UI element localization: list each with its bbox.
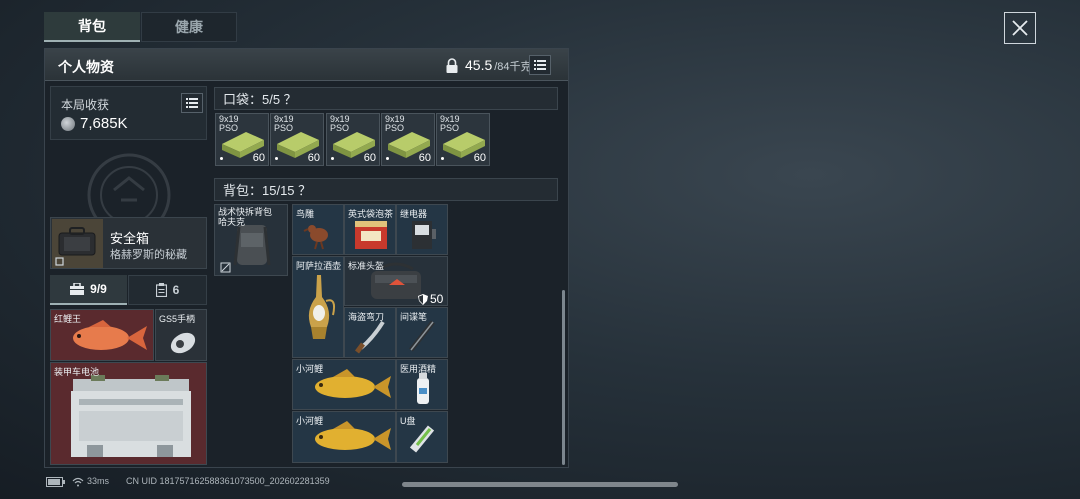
tab-backpack[interactable]: 背包 <box>44 12 140 42</box>
ammo-quantity: 60 <box>418 152 431 164</box>
pocket-ammo-4[interactable]: 9x19 PSO 60 <box>381 113 435 166</box>
clipboard-count: 6 <box>172 283 180 297</box>
toolbox-count: 9/9 <box>90 282 107 296</box>
wifi-icon <box>72 477 84 487</box>
item-label: GS5手柄 <box>159 314 196 324</box>
home-indicator[interactable] <box>402 482 678 487</box>
ammo-dot <box>441 157 444 160</box>
wine-jug-icon <box>308 275 336 339</box>
pocket-ammo-1[interactable]: 9x19 PSO 60 <box>215 113 269 166</box>
pocket-ammo-5[interactable]: 9x19 PSO 60 <box>436 113 490 166</box>
item-label: 间谍笔 <box>400 312 428 322</box>
earnings-value: 7,685K <box>61 115 128 132</box>
emblem-watermark-icon <box>87 153 171 220</box>
item-small-carp-2[interactable]: 小河鲤 <box>292 411 396 463</box>
ammo-dot <box>220 157 223 160</box>
clipboard-icon <box>155 283 167 297</box>
battery-icon <box>46 477 65 487</box>
ammo-quantity: 60 <box>307 152 320 164</box>
earnings-label: 本局收获 <box>61 98 110 112</box>
item-label: 鸟雕 <box>296 209 315 219</box>
item-medical-alcohol[interactable]: 医用酒精 <box>396 359 448 410</box>
safe-case-icon <box>55 227 96 266</box>
item-label: U盘 <box>400 416 416 426</box>
item-spy-pen[interactable]: 间谍笔 <box>396 307 448 358</box>
earnings-box: 本局收获 7,685K <box>50 86 207 140</box>
inventory-scrollbar[interactable] <box>562 290 565 465</box>
panel-header: 个人物资 45.5 /84千克 <box>45 49 568 81</box>
backpack-header: 背包：15/15 ？ <box>214 178 558 201</box>
ammo-dot <box>386 157 389 160</box>
item-pirate-cutlass[interactable]: 海盗弯刀 <box>344 307 396 358</box>
item-armored-vehicle-battery[interactable]: 装甲车电池 <box>50 362 207 465</box>
item-label: 标准头盔 <box>348 261 385 271</box>
lock-icon <box>446 57 458 73</box>
tab-health[interactable]: 健康 <box>141 12 237 42</box>
ammo-quantity: 60 <box>252 152 265 164</box>
item-label: 英式袋泡茶 <box>348 209 394 219</box>
item-usb-drive[interactable]: U盘 <box>396 411 448 463</box>
item-label: 红鲤王 <box>54 314 82 324</box>
earnings-amount: 7,685K <box>80 115 128 132</box>
item-label: 阿萨拉酒壶 <box>296 261 342 271</box>
shield-icon <box>418 294 428 305</box>
item-label: 医用酒精 <box>400 364 437 374</box>
ammo-dot <box>275 157 278 160</box>
helmet-durability: 50 <box>430 292 444 306</box>
item-gs5-controller[interactable]: GS5手柄 <box>155 309 207 361</box>
battery-icon <box>71 375 191 457</box>
weight-current: 45.5 <box>465 57 493 73</box>
safe-box-image <box>52 219 103 268</box>
list-icon <box>534 60 546 70</box>
item-label: 继电器 <box>400 209 428 219</box>
sort-button[interactable] <box>529 55 551 75</box>
weight-capacity: /84千克 <box>494 61 532 73</box>
safe-box-subtitle: 格赫罗斯的秘藏 <box>110 249 187 261</box>
item-red-carp-king[interactable]: 红鲤王 <box>50 309 154 361</box>
item-relay[interactable]: 继电器 <box>396 204 448 255</box>
equipped-backpack-slot[interactable]: 战术快拆背包 哈夫克 <box>214 204 288 276</box>
ammo-quantity: 60 <box>363 152 376 164</box>
item-asala-pot[interactable]: 阿萨拉酒壶 <box>292 256 344 358</box>
item-label: 海盗弯刀 <box>348 312 385 322</box>
safe-box-card[interactable]: 安全箱 格赫罗斯的秘藏 <box>50 217 207 269</box>
earnings-list-button[interactable] <box>181 93 203 113</box>
item-bird-statue[interactable]: 鸟雕 <box>292 204 344 255</box>
backpack-name-line2: 哈夫克 <box>218 217 246 227</box>
item-label: 小河鲤 <box>296 364 324 374</box>
ammo-label-line2: PSO <box>440 123 460 133</box>
item-small-carp-1[interactable]: 小河鲤 <box>292 359 396 410</box>
ammo-label-line2: PSO <box>219 123 239 133</box>
toolbox-icon <box>70 283 85 295</box>
safe-box-title: 安全箱 <box>110 231 150 246</box>
coin-icon <box>61 116 75 131</box>
close-icon <box>1012 20 1028 36</box>
ammo-label-line2: PSO <box>330 123 350 133</box>
backpack-name-line1: 战术快拆背包 <box>218 207 273 217</box>
pocket-header: 口袋：5/5 ？ <box>214 87 558 110</box>
tab-toolbox[interactable]: 9/9 <box>50 275 127 305</box>
item-label: 小河鲤 <box>296 416 324 426</box>
item-label: 装甲车电池 <box>54 367 100 377</box>
ammo-label-line2: PSO <box>274 123 294 133</box>
pocket-ammo-2[interactable]: 9x19 PSO 60 <box>270 113 324 166</box>
item-english-tea[interactable]: 英式袋泡茶 <box>344 204 396 255</box>
ping-text: 33ms <box>87 476 110 486</box>
list-icon <box>186 98 198 108</box>
close-button[interactable] <box>1004 12 1036 44</box>
weight-indicator: 45.5 /84千克 <box>445 57 532 74</box>
ammo-quantity: 60 <box>473 152 486 164</box>
panel-title: 个人物资 <box>58 59 114 75</box>
pocket-ammo-3[interactable]: 9x19 PSO 60 <box>326 113 380 166</box>
ammo-dot <box>331 157 334 160</box>
ammo-label-line2: PSO <box>385 123 405 133</box>
item-standard-helmet-bag[interactable]: 标准头盔 50 <box>344 256 448 306</box>
uid-text: CN UID 18175716258836107350​0_2026022813… <box>126 476 330 486</box>
tab-clipboard[interactable]: 6 <box>128 275 207 305</box>
